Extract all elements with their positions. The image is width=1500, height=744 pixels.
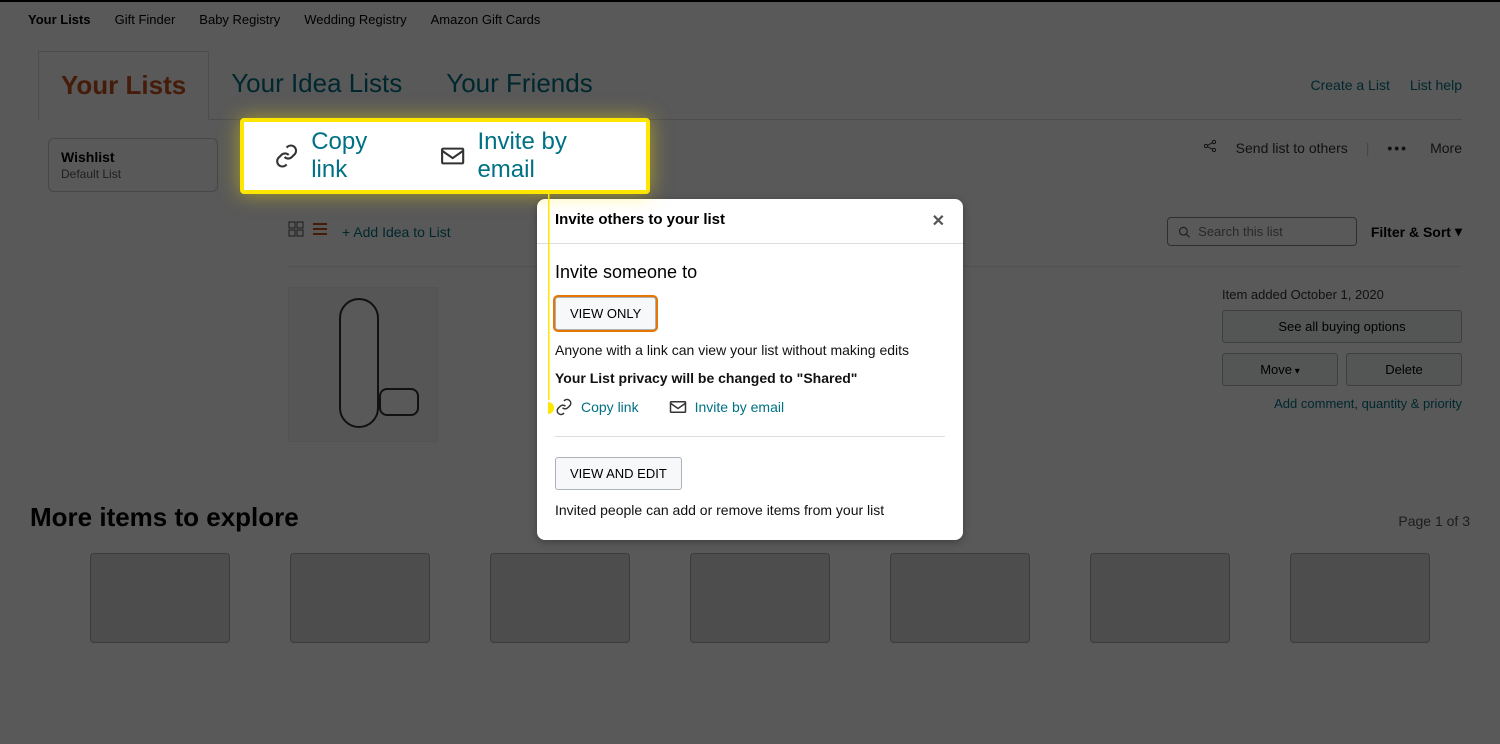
link-icon — [274, 142, 299, 170]
highlight-invite-email: Invite by email — [440, 128, 616, 184]
view-only-note: Anyone with a link can view your list wi… — [555, 342, 945, 358]
invite-email-label: Invite by email — [695, 399, 784, 415]
close-icon[interactable]: ✕ — [932, 211, 945, 231]
modal-divider — [555, 436, 945, 437]
highlight-copy-label: Copy link — [311, 128, 400, 184]
modal-header: Invite others to your list ✕ — [537, 199, 963, 244]
mail-icon — [669, 398, 687, 416]
highlight-copy-link: Copy link — [274, 128, 400, 184]
share-links: Copy link Invite by email — [555, 398, 945, 416]
modal-title: Invite others to your list — [555, 211, 725, 231]
privacy-note: Your List privacy will be changed to "Sh… — [555, 370, 945, 386]
copy-link-label: Copy link — [581, 399, 639, 415]
highlight-callout: Copy link Invite by email — [240, 118, 650, 194]
modal-heading: Invite someone to — [555, 262, 945, 283]
view-and-edit-button[interactable]: VIEW AND EDIT — [555, 457, 682, 490]
invite-modal: Invite others to your list ✕ Invite some… — [537, 199, 963, 540]
highlight-invite-label: Invite by email — [477, 128, 616, 184]
view-edit-note: Invited people can add or remove items f… — [555, 502, 945, 518]
mail-icon — [440, 142, 465, 170]
invite-email-button[interactable]: Invite by email — [669, 398, 784, 416]
leader-line — [548, 194, 578, 414]
